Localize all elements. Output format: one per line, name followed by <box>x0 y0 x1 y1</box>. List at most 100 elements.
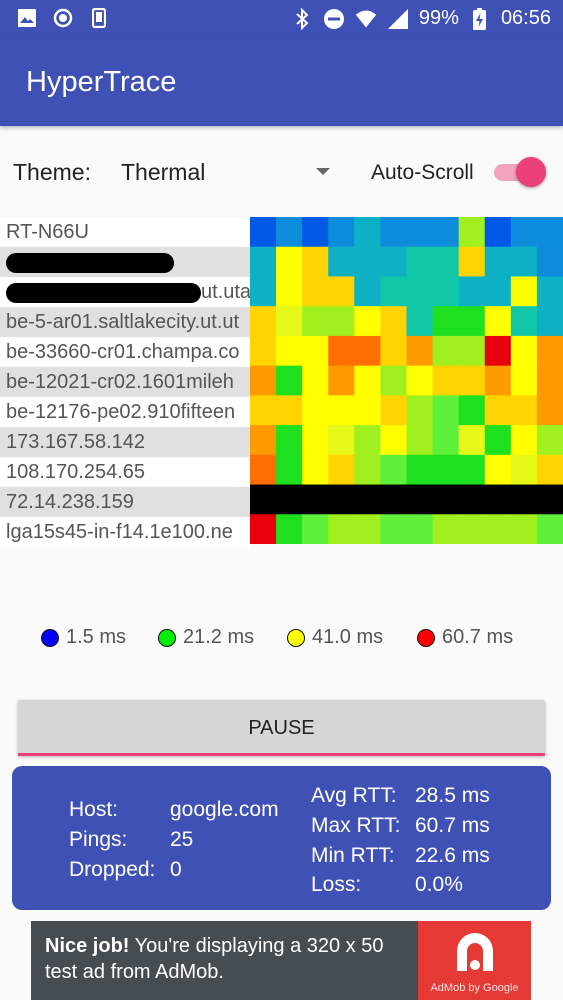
heatmap-cell <box>328 365 355 396</box>
ad-text: Nice job! You're displaying a 320 x 50 t… <box>45 933 415 985</box>
loss-label: Loss: <box>311 873 362 896</box>
max-rtt-label: Max RTT: <box>311 814 401 837</box>
phone-icon <box>88 7 110 29</box>
hop-row: be-5-ar01.saltlakecity.ut.ut <box>0 307 250 337</box>
pause-button-label: PAUSE <box>248 717 315 739</box>
heatmap-cell <box>250 395 277 426</box>
heatmap-cell <box>354 276 381 307</box>
legend-item: 41.0 ms <box>287 626 383 649</box>
heatmap-cell <box>354 425 381 456</box>
heatmap-cell <box>458 395 486 426</box>
toggle-thumb <box>516 157 546 187</box>
do-not-disturb-icon <box>323 8 345 30</box>
heatmap-cell <box>406 276 434 307</box>
heatmap-cell <box>510 306 538 337</box>
dropped-value: 0 <box>170 858 182 881</box>
heatmap-cell <box>354 365 381 396</box>
heatmap-cell <box>432 395 460 426</box>
heatmap-cell <box>510 454 538 486</box>
heatmap-cell <box>380 425 407 456</box>
hop-label: be-33660-cr01.champa.co <box>6 341 240 363</box>
autoscroll-label: Auto-Scroll <box>371 161 474 184</box>
hop-label: RT-N66U <box>6 221 89 243</box>
ad-headline: Nice job! <box>45 935 130 957</box>
heatmap-cell <box>328 276 355 307</box>
heatmap-cell <box>458 365 486 396</box>
heatmap-cell <box>458 484 486 515</box>
avg-rtt-label: Avg RTT: <box>311 784 397 807</box>
heatmap-cell <box>458 246 486 277</box>
heatmap-cell <box>484 365 512 396</box>
pings-value: 25 <box>170 828 194 851</box>
host-label: Host: <box>69 798 119 821</box>
heatmap-cell <box>328 484 355 515</box>
heatmap-cell <box>380 484 407 515</box>
legend-label: 60.7 ms <box>442 626 514 648</box>
status-bar: 99% 06:56 <box>0 0 563 38</box>
heatmap-cell <box>302 395 329 426</box>
heatmap-cell <box>432 484 460 515</box>
heatmap-cell <box>328 246 355 277</box>
heatmap-cell <box>536 514 563 544</box>
heatmap-cell <box>302 217 329 248</box>
heatmap-cell <box>328 425 355 456</box>
heatmap-cell <box>510 514 538 544</box>
hop-row: RT-N66U <box>0 217 250 247</box>
heatmap-cell <box>380 395 407 426</box>
heatmap-cell <box>276 246 303 277</box>
heatmap-cell <box>432 425 460 456</box>
heatmap-cell <box>536 425 563 456</box>
autoscroll-toggle[interactable] <box>494 157 546 187</box>
hop-label: 173.167.58.142 <box>6 431 146 453</box>
heatmap-cell <box>302 514 329 544</box>
hop-label: 108.170.254.65 <box>6 461 146 483</box>
stats-card: Host: google.com Pings: 25 Dropped: 0 Av… <box>12 766 551 910</box>
hop-label: 72.14.238.159 <box>6 491 134 513</box>
heatmap-cell <box>302 484 329 515</box>
heatmap-cell <box>510 335 538 367</box>
ad-banner[interactable]: Nice job! You're displaying a 320 x 50 t… <box>31 921 531 1000</box>
heatmap-cell <box>458 454 486 486</box>
heatmap-cell <box>536 454 563 486</box>
heatmap-cell <box>536 484 563 515</box>
heatmap-cell <box>406 395 434 426</box>
theme-dropdown[interactable]: Thermal <box>110 150 340 194</box>
heatmap-cell <box>432 335 460 367</box>
heatmap-cell <box>302 454 329 486</box>
heatmap-cell <box>510 365 538 396</box>
hop-row: 173.167.58.142 <box>0 427 250 457</box>
heatmap-cell <box>328 454 355 486</box>
heatmap-cell <box>328 217 355 248</box>
heatmap-cell <box>354 306 381 337</box>
heatmap-cell <box>250 365 277 396</box>
legend-color-dot <box>287 628 305 647</box>
legend-item: 1.5 ms <box>41 626 126 649</box>
heatmap-cell <box>536 335 563 367</box>
min-rtt-label: Min RTT: <box>311 844 395 867</box>
wifi-icon <box>355 8 377 30</box>
heatmap-cell <box>328 514 355 544</box>
heatmap-cell <box>510 246 538 277</box>
heatmap-cell <box>380 365 407 396</box>
admob-caption: AdMob by Google <box>430 982 519 994</box>
hop-row: be-12176-pe02.910fifteen <box>0 397 250 427</box>
pause-button[interactable]: PAUSE <box>18 700 545 756</box>
heatmap-cell <box>380 335 407 367</box>
admob-icon <box>457 933 493 971</box>
battery-charging-icon <box>469 7 491 30</box>
heatmap-cell <box>406 365 434 396</box>
heatmap-cell <box>484 514 512 544</box>
heatmap-cell <box>276 306 303 337</box>
heatmap-cell <box>328 306 355 337</box>
heatmap-cell <box>354 335 381 367</box>
heatmap-cell <box>380 306 407 337</box>
heatmap-cell <box>432 276 460 307</box>
heatmap-cell <box>484 335 512 367</box>
legend-item: 60.7 ms <box>417 626 513 649</box>
heatmap-cell <box>458 514 486 544</box>
signal-icon <box>387 8 409 30</box>
hop-row: be-12021-cr02.1601mileh <box>0 367 250 397</box>
legend-label: 21.2 ms <box>183 626 255 648</box>
heatmap-cell <box>250 514 277 544</box>
legend-label: 1.5 ms <box>66 626 127 648</box>
